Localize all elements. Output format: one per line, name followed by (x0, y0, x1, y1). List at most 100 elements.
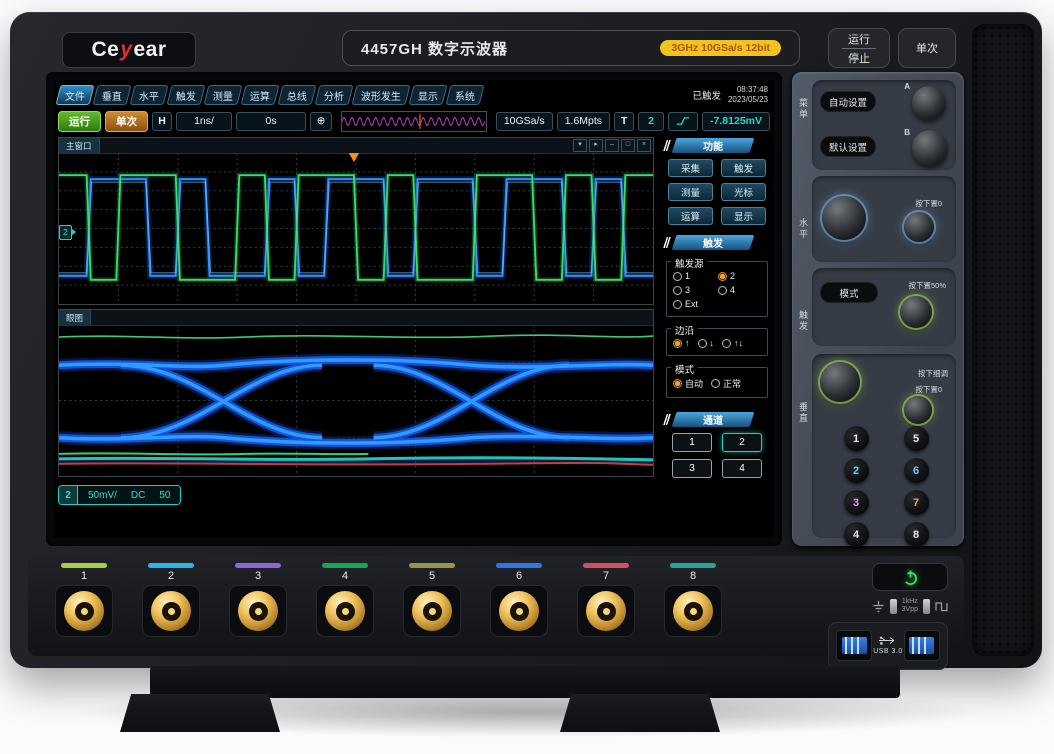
menu-tab-vertical[interactable]: 垂直 (93, 85, 132, 105)
menu-tab-analysis[interactable]: 分析 (315, 85, 354, 105)
main-window-tab[interactable]: 主窗口 (59, 138, 100, 153)
default-setup-button[interactable]: 默认设置 (820, 136, 876, 157)
timebase-readout[interactable]: 1ns/ (176, 112, 232, 131)
horizontal-scale-knob[interactable] (822, 196, 866, 240)
usb-panel: USB 3.0 (828, 622, 948, 670)
usb-label: USB 3.0 (873, 648, 903, 655)
time: 08:37:48 (737, 85, 768, 94)
menu-tab-file[interactable]: 文件 (56, 85, 95, 105)
trigger-source-2[interactable]: 2 (718, 271, 761, 281)
edge-both[interactable]: ↑↓ (722, 338, 743, 348)
func-btn-trigger[interactable]: 触发 (721, 159, 766, 177)
bnc-channel-5: 5 (396, 563, 468, 656)
menu-tab-math[interactable]: 运算 (241, 85, 280, 105)
channel-button-4[interactable]: 4 (844, 522, 869, 547)
trigger-level-knob[interactable] (900, 296, 932, 328)
memory-depth-readout: 1.6Mpts (557, 112, 610, 131)
menu-tab-wavegen[interactable]: 波形发生 (352, 85, 411, 105)
channel-button-7[interactable]: 7 (904, 490, 929, 515)
bnc-channel-7: 7 (570, 563, 642, 656)
run-indicator[interactable]: 运行 (58, 111, 101, 132)
toolbar: 运行 单次 H 1ns/ 0s ⊕ 10GSa/s 1.6Mpts T (58, 109, 770, 133)
auto-setup-button[interactable]: 自动设置 (820, 91, 876, 112)
eye-window-tab[interactable]: 眼图 (59, 310, 91, 325)
vertical-scale-knob[interactable] (820, 362, 860, 402)
window-minimize-icon[interactable]: – (605, 139, 619, 152)
waveform-preview-strip[interactable] (341, 111, 487, 132)
menu-tab-display[interactable]: 显示 (409, 85, 448, 105)
channel-color-strip (322, 563, 368, 568)
horizontal-position-knob[interactable] (904, 212, 934, 242)
probe-comp-ground-tab[interactable] (890, 599, 897, 614)
power-button[interactable] (872, 563, 948, 591)
menu-bar: 文件 垂直 水平 触发 测量 运算 总线 分析 波形发生 显示 系统 已触发 0… (58, 83, 770, 107)
trigger-source-3[interactable]: 3 (673, 285, 716, 295)
channel-button-3[interactable]: 3 (844, 490, 869, 515)
channel-button-1[interactable]: 1 (844, 426, 869, 451)
trigger-source-ext[interactable]: Ext (673, 299, 716, 309)
channel2-status-badge[interactable]: 2 50mV/ DC 50 (58, 485, 181, 505)
channel-select-1[interactable]: 1 (672, 433, 712, 452)
single-indicator[interactable]: 单次 (105, 111, 148, 132)
window-maximize-icon[interactable]: □ (621, 139, 635, 152)
multipurpose-knob-b[interactable] (912, 130, 948, 166)
channel-button-8[interactable]: 8 (904, 522, 929, 547)
channel-select-3[interactable]: 3 (672, 459, 712, 478)
coupling: DC (131, 490, 145, 501)
horizontal-position-readout[interactable]: 0s (236, 112, 306, 131)
menu-tab-trigger[interactable]: 触发 (167, 85, 206, 105)
usb-port-1 (836, 630, 872, 661)
main-plot-area[interactable]: 2 (59, 153, 653, 304)
trigger-source-4[interactable]: 4 (718, 285, 761, 295)
multipurpose-knob-a[interactable] (912, 86, 946, 120)
single-label: 单次 (916, 40, 938, 56)
press-half-label: 按下置50% (908, 280, 946, 291)
channel-button-6[interactable]: 6 (904, 458, 929, 483)
channel-button-5[interactable]: 5 (904, 426, 929, 451)
single-button[interactable]: 单次 (898, 28, 956, 68)
channel-select-2[interactable]: 2 (722, 433, 762, 452)
channel-select-4[interactable]: 4 (722, 459, 762, 478)
channel-button-2[interactable]: 2 (844, 458, 869, 483)
screen-content: 主窗口 ▾ ▸ – □ × (58, 137, 770, 534)
trigger-level-readout[interactable]: -7.8125mV (702, 112, 770, 131)
trigger-source-1[interactable]: 1 (673, 271, 716, 281)
window-close-icon[interactable]: × (637, 139, 651, 152)
window-expand-icon[interactable]: ▸ (589, 139, 603, 152)
func-btn-measure[interactable]: 测量 (668, 183, 713, 201)
trigger-source-readout[interactable]: 2 (638, 112, 664, 131)
mode-normal[interactable]: 正常 (711, 377, 741, 390)
header-slashes-icon (663, 237, 671, 248)
mode-auto[interactable]: 自动 (673, 377, 703, 390)
menu-tab-system[interactable]: 系统 (446, 85, 485, 105)
trigger-slope-icon[interactable] (668, 112, 698, 131)
trigger-t-button[interactable]: T (614, 112, 634, 131)
section-label-vertical: 垂直 (797, 402, 810, 424)
run-stop-button[interactable]: 运行 停止 (828, 28, 890, 68)
bnc-connector (664, 585, 722, 637)
spec-badge: 3GHz 10GSa/s 12bit (660, 40, 781, 56)
eye-plot-area[interactable] (59, 325, 653, 476)
horizontal-h-button[interactable]: H (152, 112, 172, 131)
menu-tab-measure[interactable]: 测量 (204, 85, 243, 105)
probe-comp-signal-tab[interactable] (923, 599, 930, 614)
channel-ground-marker[interactable]: 2 (59, 225, 72, 240)
func-btn-math[interactable]: 运算 (668, 207, 713, 225)
edge-rising[interactable]: ↑ (673, 338, 690, 348)
press-zero-label-2: 按下置0 (915, 384, 942, 395)
channel-button-grid: 1 5 2 6 3 7 4 8 (826, 426, 946, 547)
edge-falling[interactable]: ↓ (698, 338, 715, 348)
trigger-mode-button[interactable]: 模式 (820, 282, 878, 303)
func-btn-cursor[interactable]: 光标 (721, 183, 766, 201)
zoom-icon[interactable]: ⊕ (310, 112, 332, 131)
bnc-connector (55, 585, 113, 637)
press-zero-label: 按下置0 (915, 198, 942, 209)
menu-tab-bus[interactable]: 总线 (278, 85, 317, 105)
vertical-position-knob[interactable] (904, 396, 932, 424)
func-btn-display[interactable]: 显示 (721, 207, 766, 225)
power-icon (902, 569, 919, 586)
func-btn-acquire[interactable]: 采集 (668, 159, 713, 177)
trigger-edge-group: 边沿 ↑ ↓ ↑↓ (666, 328, 768, 356)
window-collapse-icon[interactable]: ▾ (573, 139, 587, 152)
menu-tab-horizontal[interactable]: 水平 (130, 85, 169, 105)
